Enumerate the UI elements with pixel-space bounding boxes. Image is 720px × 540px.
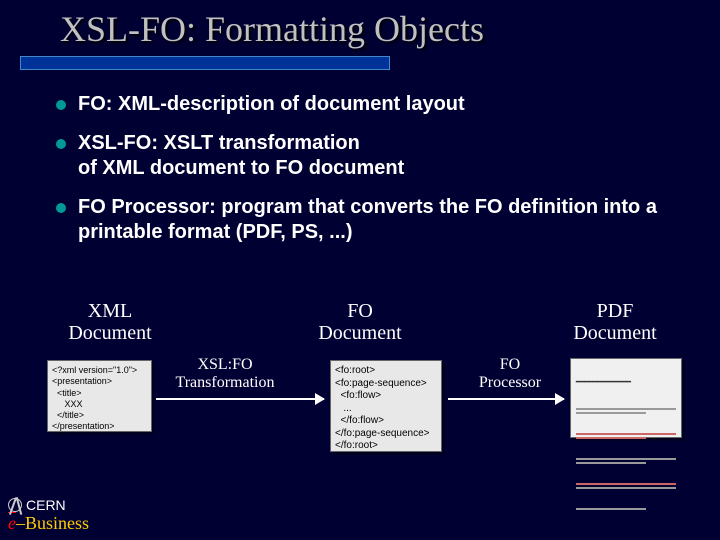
bullet-icon <box>56 139 66 149</box>
bullet-text: FO: XML-description of document layout <box>78 92 465 117</box>
fo-doc-box: <fo:root> <fo:page-sequence> <fo:flow> .… <box>330 360 442 452</box>
xslfo-transform-label: XSL:FO Transformation <box>165 356 285 391</box>
bullet-item: XSL-FO: XSLT transformation of XML docum… <box>56 131 670 181</box>
bullet-icon <box>56 203 66 213</box>
xml-doc-box: <?xml version="1.0"> <presentation> <tit… <box>47 360 152 432</box>
footer: CERN e–Business <box>8 497 89 534</box>
bullet-list: FO: XML-description of document layout X… <box>0 70 720 245</box>
fo-doc-label: FO Document <box>305 300 415 344</box>
cern-logo-icon <box>8 498 22 512</box>
bullet-icon <box>56 100 66 110</box>
ebiz-dash: – <box>16 513 25 533</box>
bullet-text: FO Processor: program that converts the … <box>78 195 670 245</box>
arrow-icon <box>156 398 324 400</box>
bullet-item: FO: XML-description of document layout <box>56 92 670 117</box>
flow-diagram: XML Document FO Document PDF Document <?… <box>0 300 720 500</box>
ebiz-business: Business <box>25 513 89 533</box>
fo-processor-label: FO Processor <box>460 356 560 391</box>
xml-doc-label: XML Document <box>55 300 165 344</box>
bullet-item: FO Processor: program that converts the … <box>56 195 670 245</box>
title-underline <box>20 56 390 70</box>
ebiz-e: e <box>8 513 16 533</box>
cern-text: CERN <box>26 497 66 513</box>
bullet-text: XSL-FO: XSLT transformation of XML docum… <box>78 131 404 181</box>
pdf-doc-box: ━━━━━━━━━━━━━ <box>570 358 682 438</box>
ebusiness-logo: e–Business <box>8 513 89 534</box>
arrow-icon <box>448 398 564 400</box>
pdf-doc-label: PDF Document <box>560 300 670 344</box>
slide-title: XSL-FO: Formatting Objects <box>60 8 720 50</box>
